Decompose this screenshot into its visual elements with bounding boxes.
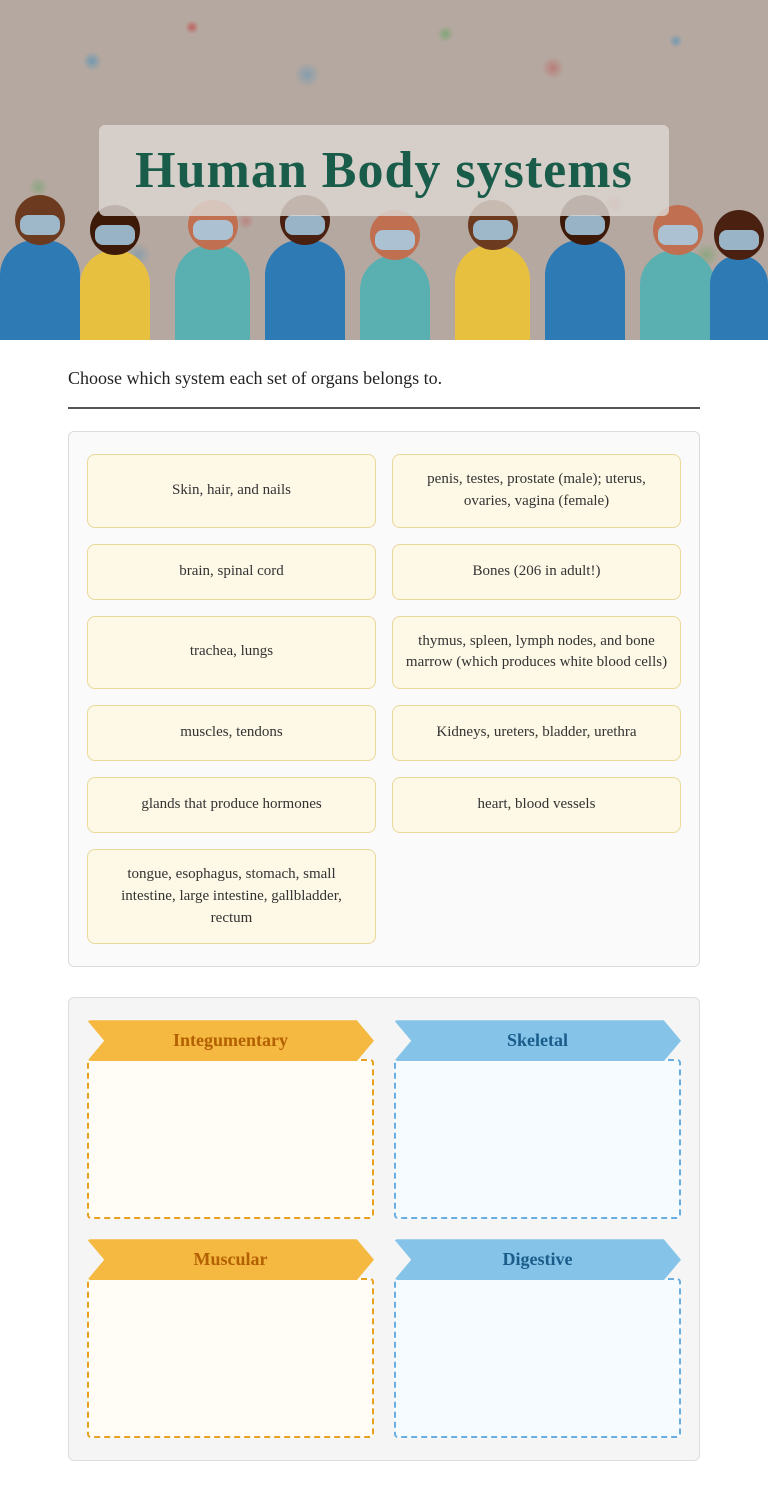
drop-zone-digestive-wrapper: Digestive xyxy=(394,1239,681,1438)
drag-item-2[interactable]: penis, testes, prostate (male); uterus, … xyxy=(392,454,681,528)
drop-zone-skeletal-wrapper: Skeletal xyxy=(394,1020,681,1219)
person-6 xyxy=(455,200,530,340)
drop-area-integumentary[interactable] xyxy=(87,1059,374,1219)
hero-banner: Human Body systems xyxy=(0,0,768,340)
drop-area-digestive[interactable] xyxy=(394,1278,681,1438)
drop-area-skeletal[interactable] xyxy=(394,1059,681,1219)
drop-area-muscular[interactable] xyxy=(87,1278,374,1438)
drag-item-6[interactable]: thymus, spleen, lymph nodes, and bone ma… xyxy=(392,616,681,690)
drop-zone-integumentary-label: Integumentary xyxy=(87,1020,374,1061)
drag-item-3[interactable]: brain, spinal cord xyxy=(87,544,376,600)
person-8 xyxy=(640,205,715,340)
hero-title-box: Human Body systems xyxy=(99,125,669,216)
drag-item-4[interactable]: Bones (206 in adult!) xyxy=(392,544,681,600)
content-area: Choose which system each set of organs b… xyxy=(0,340,768,1493)
drop-zone-integumentary-wrapper: Integumentary xyxy=(87,1020,374,1219)
person-9 xyxy=(710,210,768,340)
drop-zone-skeletal-label: Skeletal xyxy=(394,1020,681,1061)
drop-zones-container: Integumentary Skeletal Muscular Digestiv… xyxy=(68,997,700,1461)
drag-item-9[interactable]: glands that produce hormones xyxy=(87,777,376,833)
drag-item-7[interactable]: muscles, tendons xyxy=(87,705,376,761)
drag-items-container: Skin, hair, and nails penis, testes, pro… xyxy=(68,431,700,967)
instruction-text: Choose which system each set of organs b… xyxy=(68,368,700,389)
person-5 xyxy=(360,210,430,340)
person-3 xyxy=(175,200,250,340)
drag-item-5[interactable]: trachea, lungs xyxy=(87,616,376,690)
drop-zone-digestive-label: Digestive xyxy=(394,1239,681,1280)
drop-zone-muscular-wrapper: Muscular xyxy=(87,1239,374,1438)
drag-item-1[interactable]: Skin, hair, and nails xyxy=(87,454,376,528)
person-7 xyxy=(545,195,625,340)
person-2 xyxy=(80,205,150,340)
drag-item-10[interactable]: heart, blood vessels xyxy=(392,777,681,833)
drag-item-8[interactable]: Kidneys, ureters, bladder, urethra xyxy=(392,705,681,761)
person-1 xyxy=(0,195,80,340)
drag-item-11[interactable]: tongue, esophagus, stomach, small intest… xyxy=(87,849,376,944)
page-title: Human Body systems xyxy=(135,141,633,200)
divider xyxy=(68,407,700,409)
person-4 xyxy=(265,195,345,340)
drop-zone-muscular-label: Muscular xyxy=(87,1239,374,1280)
